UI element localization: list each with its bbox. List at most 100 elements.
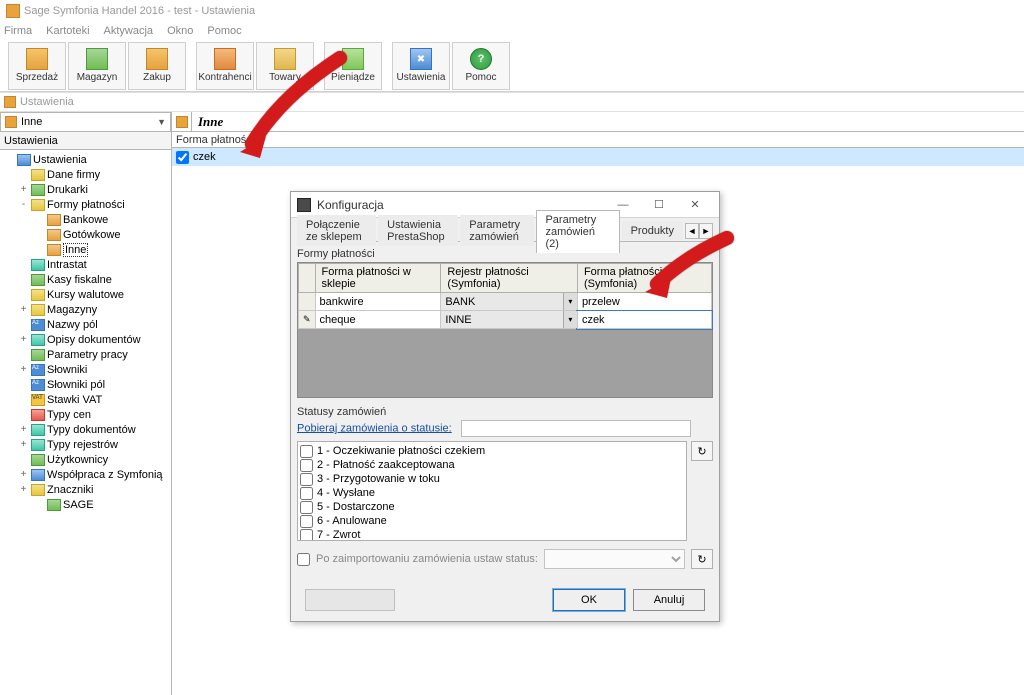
grid-row-header[interactable] bbox=[299, 293, 316, 311]
toolbar-sprzedaz[interactable]: Sprzedaż bbox=[8, 42, 66, 90]
status-list-item[interactable]: 7 - Zwrot bbox=[300, 528, 684, 541]
tab-prestashop[interactable]: Ustawienia PrestaShop bbox=[378, 215, 458, 246]
subwindow-titlebar: Ustawienia bbox=[0, 92, 1024, 112]
tab-products[interactable]: Produkty bbox=[622, 221, 683, 240]
chevron-down-icon[interactable]: ▾ bbox=[563, 311, 577, 328]
toolbar-magazyn[interactable]: Magazyn bbox=[68, 42, 126, 90]
status-checkbox[interactable] bbox=[300, 529, 313, 542]
tree-item[interactable]: -Formy płatności bbox=[0, 197, 171, 212]
payment-form-row[interactable]: czek bbox=[172, 148, 1024, 166]
chevron-down-icon: ▼ bbox=[157, 117, 166, 127]
toolbar-pomoc[interactable]: Pomoc bbox=[452, 42, 510, 90]
tree-item[interactable]: +Typy rejestrów bbox=[0, 437, 171, 452]
status-list-item[interactable]: 6 - Anulowane bbox=[300, 514, 684, 528]
status-checkbox[interactable] bbox=[300, 515, 313, 528]
tree-item[interactable]: +Współpraca z Symfonią bbox=[0, 467, 171, 482]
tab-order-params[interactable]: Parametry zamówień bbox=[460, 215, 534, 246]
toolbar-towary[interactable]: Towary bbox=[256, 42, 314, 90]
after-import-select[interactable] bbox=[544, 549, 685, 569]
status-list-item[interactable]: 4 - Wysłane bbox=[300, 486, 684, 500]
grid-row-header[interactable]: ✎ bbox=[299, 311, 316, 329]
tab-scroll-right[interactable]: ► bbox=[699, 223, 713, 239]
tree-item[interactable]: Kasy fiskalne bbox=[0, 272, 171, 287]
after-import-checkbox[interactable] bbox=[297, 553, 310, 566]
tree-expander[interactable]: + bbox=[18, 334, 29, 345]
status-list-item[interactable]: 3 - Przygotowanie w toku bbox=[300, 472, 684, 486]
grid-cell-shop[interactable]: bankwire bbox=[315, 293, 441, 311]
tree-item[interactable]: AzNazwy pól bbox=[0, 317, 171, 332]
menu-aktywacja[interactable]: Aktywacja bbox=[104, 25, 154, 37]
tree-expander[interactable]: + bbox=[18, 184, 29, 195]
tree-item[interactable]: Dane firmy bbox=[0, 167, 171, 182]
maximize-button[interactable]: ☐ bbox=[641, 194, 677, 216]
grid-cell-form[interactable]: przelew bbox=[577, 293, 711, 311]
tree-item[interactable]: +Typy dokumentów bbox=[0, 422, 171, 437]
tree-expander[interactable]: + bbox=[18, 439, 29, 450]
tab-order-params-2[interactable]: Parametry zamówień (2) bbox=[536, 210, 619, 253]
tree-expander[interactable]: + bbox=[18, 424, 29, 435]
tree-item[interactable]: +Drukarki bbox=[0, 182, 171, 197]
chevron-down-icon[interactable]: ▾ bbox=[563, 293, 577, 310]
tree-item[interactable]: +Opisy dokumentów bbox=[0, 332, 171, 347]
status-checkbox[interactable] bbox=[300, 501, 313, 514]
status-checkbox[interactable] bbox=[300, 445, 313, 458]
tree-item[interactable]: Inne bbox=[0, 242, 171, 257]
menu-okno[interactable]: Okno bbox=[167, 25, 193, 37]
toolbar-kontrahenci[interactable]: Kontrahenci bbox=[196, 42, 254, 90]
tree-item[interactable]: Ustawienia bbox=[0, 152, 171, 167]
status-checkbox[interactable] bbox=[300, 473, 313, 486]
grid-header-form[interactable]: Forma płatności (Symfonia) bbox=[577, 264, 711, 293]
settings-tree[interactable]: UstawieniaDane firmy+Drukarki-Formy płat… bbox=[0, 150, 171, 695]
grid-header-shop[interactable]: Forma płatności w sklepie bbox=[315, 264, 441, 293]
grid-cell-shop[interactable]: cheque bbox=[315, 311, 441, 329]
tree-item[interactable]: VATStawki VAT bbox=[0, 392, 171, 407]
toolbar-ustawienia[interactable]: Ustawienia bbox=[392, 42, 450, 90]
grid-cell-form[interactable]: czek bbox=[577, 311, 711, 329]
tree-item[interactable]: AzSłowniki pól bbox=[0, 377, 171, 392]
status-list-item[interactable]: 5 - Dostarczone bbox=[300, 500, 684, 514]
menu-firma[interactable]: Firma bbox=[4, 25, 32, 37]
tree-item[interactable]: +Magazyny bbox=[0, 302, 171, 317]
menu-pomoc[interactable]: Pomoc bbox=[207, 25, 241, 37]
status-checkbox[interactable] bbox=[300, 459, 313, 472]
payment-form-checkbox[interactable] bbox=[176, 151, 189, 164]
status-fetch-link[interactable]: Pobieraj zamówienia o statusie: bbox=[297, 422, 452, 434]
status-list[interactable]: 1 - Oczekiwanie płatności czekiem2 - Pła… bbox=[297, 441, 687, 541]
tree-expander[interactable]: - bbox=[18, 199, 29, 210]
toolbar-pieniadze[interactable]: Pieniądze bbox=[324, 42, 382, 90]
tab-connection[interactable]: Połączenie ze sklepem bbox=[297, 215, 376, 246]
grid-header-register[interactable]: Rejestr płatności (Symfonia) bbox=[441, 264, 578, 293]
close-button[interactable]: ✕ bbox=[677, 194, 713, 216]
status-list-item[interactable]: 1 - Oczekiwanie płatności czekiem bbox=[300, 444, 684, 458]
tree-item[interactable]: Intrastat bbox=[0, 257, 171, 272]
tree-item[interactable]: Parametry pracy bbox=[0, 347, 171, 362]
tree-item[interactable]: +AzSłowniki bbox=[0, 362, 171, 377]
tree-expander[interactable]: + bbox=[18, 364, 29, 375]
refresh-statuses-button[interactable]: ↻ bbox=[691, 441, 713, 461]
ok-button[interactable]: OK bbox=[553, 589, 625, 611]
tree-item[interactable]: Bankowe bbox=[0, 212, 171, 227]
toolbar-zakup[interactable]: Zakup bbox=[128, 42, 186, 90]
tree-item-icon: Az bbox=[31, 364, 45, 376]
cancel-button[interactable]: Anuluj bbox=[633, 589, 705, 611]
tree-expander[interactable]: + bbox=[18, 469, 29, 480]
tree-expander[interactable]: + bbox=[18, 304, 29, 315]
status-list-item[interactable]: 2 - Płatność zaakceptowana bbox=[300, 458, 684, 472]
category-dropdown[interactable]: Inne ▼ bbox=[0, 112, 171, 132]
tree-item[interactable]: +Znaczniki bbox=[0, 482, 171, 497]
payment-forms-grid[interactable]: Forma płatności w sklepie Rejestr płatno… bbox=[297, 262, 713, 398]
grid-cell-register[interactable]: INNE▾ bbox=[441, 311, 578, 329]
tree-expander[interactable]: + bbox=[18, 484, 29, 495]
status-checkbox[interactable] bbox=[300, 487, 313, 500]
menu-kartoteki[interactable]: Kartoteki bbox=[46, 25, 89, 37]
tab-scroll-left[interactable]: ◄ bbox=[685, 223, 699, 239]
dialog-extra-button[interactable] bbox=[305, 589, 395, 611]
tree-item[interactable]: Użytkownicy bbox=[0, 452, 171, 467]
tree-item[interactable]: Typy cen bbox=[0, 407, 171, 422]
grid-cell-register[interactable]: BANK▾ bbox=[441, 293, 578, 311]
status-filter-input[interactable] bbox=[461, 420, 691, 437]
tree-item[interactable]: Gotówkowe bbox=[0, 227, 171, 242]
tree-item[interactable]: SAGE bbox=[0, 497, 171, 512]
refresh-after-import-button[interactable]: ↻ bbox=[691, 549, 713, 569]
tree-item[interactable]: Kursy walutowe bbox=[0, 287, 171, 302]
